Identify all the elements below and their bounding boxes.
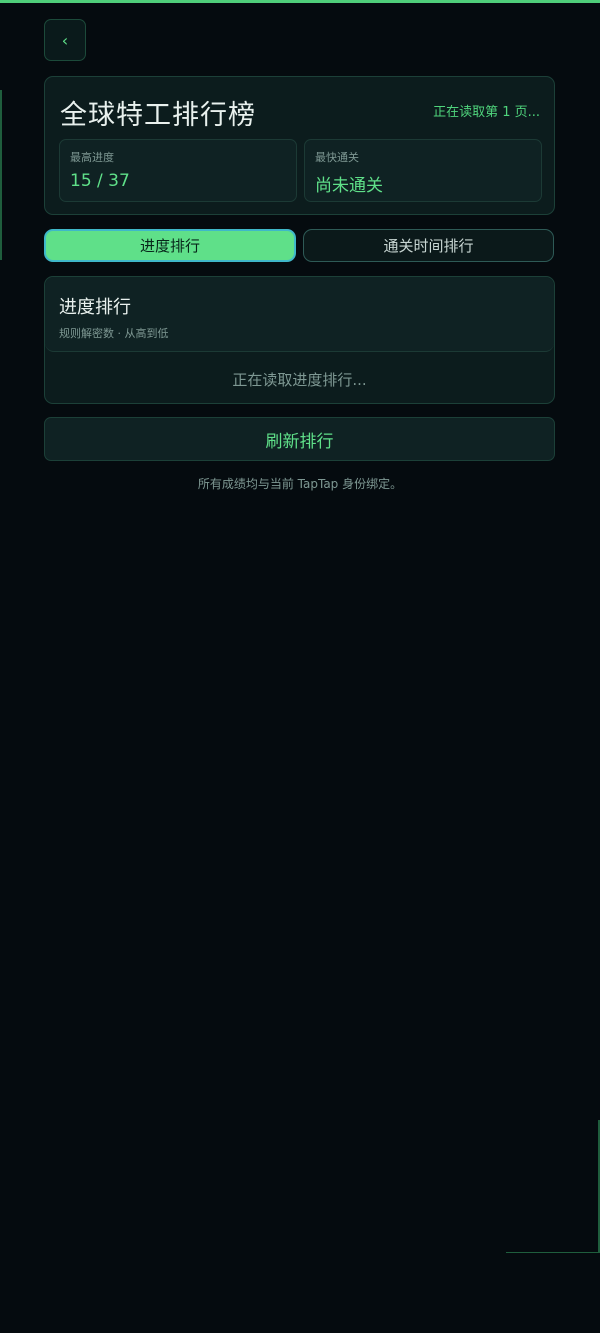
left-edge-accent bbox=[0, 90, 2, 260]
fastest-clear-stat: 最快通关 尚未通关 bbox=[304, 139, 542, 202]
identity-footnote: 所有成绩均与当前 TapTap 身份绑定。 bbox=[197, 477, 403, 491]
tab-clear-time-ranking[interactable]: 通关时间排行 bbox=[303, 229, 554, 262]
refresh-ranking-button[interactable]: 刷新排行 bbox=[44, 417, 555, 461]
ranking-title: 进度排行 bbox=[59, 297, 131, 318]
leaderboard-header-card: 全球特工排行榜 正在读取第 1 页... 最高进度 15 / 37 最快通关 尚… bbox=[44, 76, 555, 215]
best-progress-label: 最高进度 bbox=[70, 151, 114, 164]
ranking-loading-text: 正在读取进度排行... bbox=[232, 371, 367, 389]
fastest-clear-label: 最快通关 bbox=[315, 151, 359, 164]
ranking-subtitle: 规则解密数 · 从高到低 bbox=[59, 327, 169, 340]
tab-progress-ranking[interactable]: 进度排行 bbox=[44, 229, 296, 262]
ranking-card-header: 进度排行 规则解密数 · 从高到低 bbox=[45, 277, 554, 352]
page-loading-status: 正在读取第 1 页... bbox=[433, 105, 540, 120]
ranking-list-card: 进度排行 规则解密数 · 从高到低 正在读取进度排行... bbox=[44, 276, 555, 404]
top-accent-bar bbox=[0, 0, 600, 3]
leaderboard-screen: ‹ 全球特工排行榜 正在读取第 1 页... 最高进度 15 / 37 最快通关… bbox=[0, 0, 600, 1333]
corner-decoration bbox=[506, 1252, 598, 1253]
fastest-clear-value: 尚未通关 bbox=[315, 176, 383, 196]
back-button[interactable]: ‹ bbox=[44, 19, 86, 61]
page-title: 全球特工排行榜 bbox=[60, 100, 256, 131]
chevron-left-icon: ‹ bbox=[61, 30, 69, 50]
best-progress-value: 15 / 37 bbox=[70, 171, 130, 191]
best-progress-stat: 最高进度 15 / 37 bbox=[59, 139, 297, 202]
